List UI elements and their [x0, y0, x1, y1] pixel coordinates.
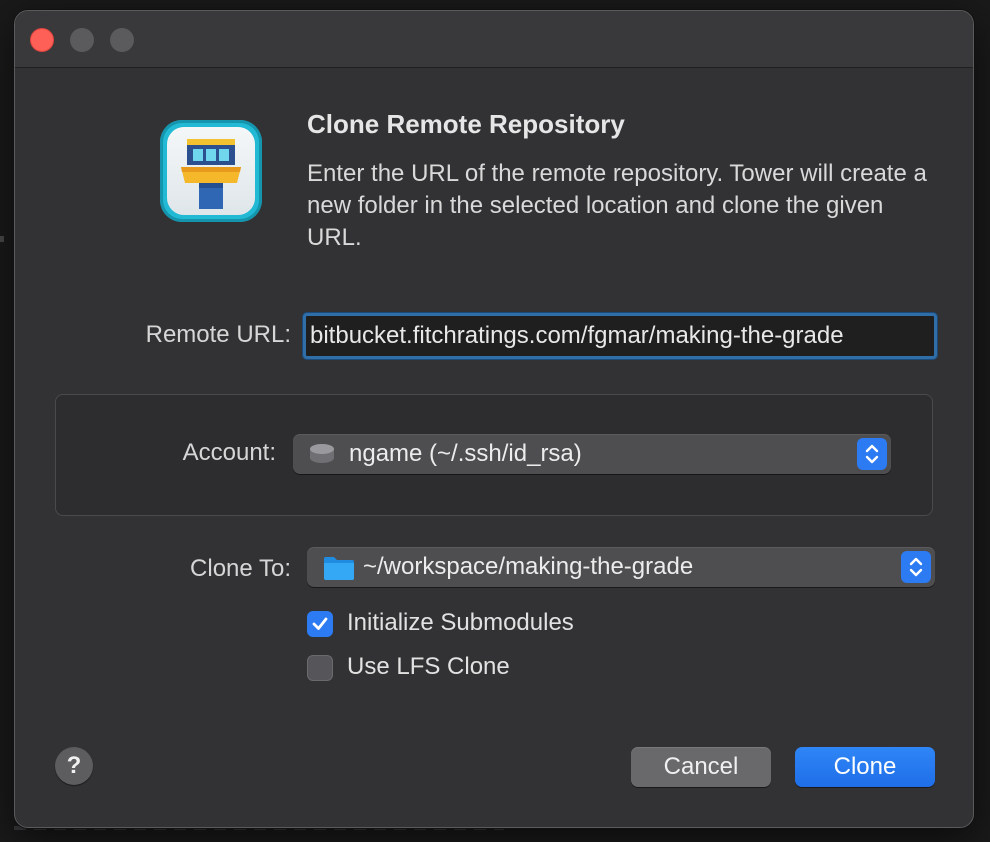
remote-url-label: Remote URL: — [145, 321, 291, 348]
checkmark-icon — [312, 617, 328, 630]
account-label: Account: — [182, 439, 276, 466]
initialize-submodules-label[interactable]: Initialize Submodules — [347, 609, 574, 637]
account-group-box: Account: ngame (~/.ssh/id_rsa) — [55, 394, 933, 516]
tower-app-icon — [160, 120, 262, 222]
use-lfs-clone-label[interactable]: Use LFS Clone — [347, 653, 510, 681]
backdrop-edge-mark — [0, 236, 4, 242]
clone-to-popup[interactable]: ~/workspace/making-the-grade — [307, 547, 935, 587]
clone-dialog-window: Clone Remote Repository Enter the URL of… — [14, 10, 974, 828]
folder-icon — [323, 555, 355, 581]
remote-url-value: bitbucket.fitchratings.com/fgmar/making-… — [310, 322, 844, 349]
clone-to-label: Clone To: — [190, 555, 291, 582]
initialize-submodules-checkbox[interactable] — [307, 611, 333, 637]
dialog-description: Enter the URL of the remote repository. … — [307, 160, 927, 251]
window-minimize-button[interactable] — [70, 28, 94, 52]
remote-url-input[interactable]: bitbucket.fitchratings.com/fgmar/making-… — [303, 313, 937, 359]
use-lfs-clone-checkbox[interactable] — [307, 655, 333, 681]
clone-button[interactable]: Clone — [795, 747, 935, 787]
dialog-title: Clone Remote Repository — [307, 109, 625, 139]
clone-to-stepper-icon — [901, 551, 931, 583]
disk-icon — [309, 443, 335, 465]
account-selected: ngame (~/.ssh/id_rsa) — [349, 440, 582, 467]
window-close-button[interactable] — [30, 28, 54, 52]
window-zoom-button[interactable] — [110, 28, 134, 52]
account-popup[interactable]: ngame (~/.ssh/id_rsa) — [293, 434, 891, 474]
cancel-button[interactable]: Cancel — [631, 747, 771, 787]
account-stepper-icon — [857, 438, 887, 470]
window-titlebar — [15, 11, 973, 68]
clone-to-selected: ~/workspace/making-the-grade — [363, 553, 694, 580]
help-button[interactable]: ? — [55, 747, 93, 785]
